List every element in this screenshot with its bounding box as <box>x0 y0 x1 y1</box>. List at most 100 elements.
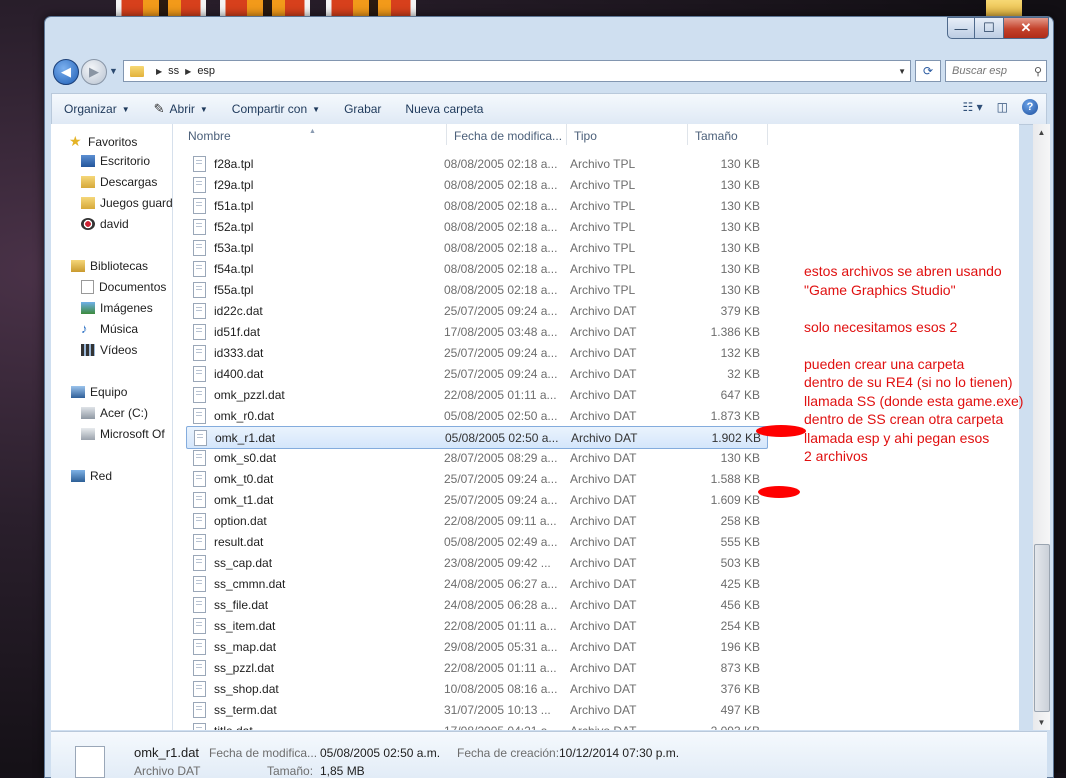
file-name-cell[interactable]: ss_pzzl.dat <box>186 659 438 676</box>
new-folder-button[interactable]: Nueva carpeta <box>393 94 495 124</box>
file-name-cell[interactable]: f53a.tpl <box>186 239 438 256</box>
help-icon[interactable]: ? <box>1022 99 1038 115</box>
nav-videos[interactable]: Vídeos <box>81 343 137 357</box>
table-row[interactable]: f55a.tpl 08/08/2005 02:18 a... Archivo TPL… <box>186 279 766 300</box>
file-name-cell[interactable]: ss_item.dat <box>186 617 438 634</box>
file-name-cell[interactable]: f28a.tpl <box>186 155 438 172</box>
view-options-icon[interactable]: ☷ ▾ <box>963 100 983 114</box>
table-row[interactable]: omk_r0.dat 05/08/2005 02:50 a... Archivo D… <box>186 405 766 426</box>
file-name-cell[interactable]: f29a.tpl <box>186 176 438 193</box>
file-name-cell[interactable]: ss_cmmn.dat <box>186 575 438 592</box>
preview-pane-icon[interactable]: ◫ <box>997 100 1008 114</box>
close-button[interactable]: ✕ <box>1004 17 1049 39</box>
column-type[interactable]: Tipo <box>567 124 688 145</box>
table-row[interactable]: omk_pzzl.dat 22/08/2005 01:11 a... Archivo… <box>186 384 766 405</box>
nav-office[interactable]: Microsoft Of <box>81 427 165 441</box>
file-name-cell[interactable]: id333.dat <box>186 344 438 361</box>
file-name-cell[interactable]: result.dat <box>186 533 438 550</box>
table-row[interactable]: omk_s0.dat 28/07/2005 08:29 a... Archivo D… <box>186 447 766 468</box>
table-row[interactable]: option.dat 22/08/2005 09:11 a... Archivo D… <box>186 510 766 531</box>
history-dropdown-icon[interactable]: ▼ <box>109 66 118 76</box>
search-icon[interactable]: ⚲ <box>1034 65 1042 78</box>
table-row[interactable]: ss_item.dat 22/08/2005 01:11 a... Archivo … <box>186 615 766 636</box>
file-name-cell[interactable]: option.dat <box>186 512 438 529</box>
table-row[interactable]: f51a.tpl 08/08/2005 02:18 a... Archivo TPL… <box>186 195 766 216</box>
file-name-cell[interactable]: f55a.tpl <box>186 281 438 298</box>
table-row[interactable]: ss_cmmn.dat 24/08/2005 06:27 a... Archivo … <box>186 573 766 594</box>
table-row[interactable]: ss_pzzl.dat 22/08/2005 01:11 a... Archivo … <box>186 657 766 678</box>
table-row[interactable]: result.dat 05/08/2005 02:49 a... Archivo D… <box>186 531 766 552</box>
nav-games[interactable]: Juegos guard <box>81 196 173 210</box>
file-name-cell[interactable]: id51f.dat <box>186 323 438 340</box>
maximize-button[interactable]: ☐ <box>975 17 1004 39</box>
file-name-cell[interactable]: f54a.tpl <box>186 260 438 277</box>
nav-drive-c[interactable]: Acer (C:) <box>81 406 148 420</box>
table-row[interactable]: id400.dat 25/07/2005 09:24 a... Archivo DA… <box>186 363 766 384</box>
table-row[interactable]: f28a.tpl 08/08/2005 02:18 a... Archivo TPL… <box>186 153 766 174</box>
minimize-button[interactable]: — <box>947 17 975 39</box>
table-row[interactable]: f53a.tpl 08/08/2005 02:18 a... Archivo TPL… <box>186 237 766 258</box>
file-name-cell[interactable]: omk_r0.dat <box>186 407 438 424</box>
file-name-cell[interactable]: f52a.tpl <box>186 218 438 235</box>
breadcrumb-separator-icon[interactable]: ▶ <box>156 67 162 76</box>
table-row[interactable]: ss_file.dat 24/08/2005 06:28 a... Archivo … <box>186 594 766 615</box>
file-name-cell[interactable]: omk_s0.dat <box>186 449 438 466</box>
nav-network[interactable]: Red <box>71 469 112 483</box>
file-name-cell[interactable]: ss_term.dat <box>186 701 438 718</box>
table-row[interactable]: f29a.tpl 08/08/2005 02:18 a... Archivo TPL… <box>186 174 766 195</box>
column-size[interactable]: Tamaño <box>688 124 768 145</box>
file-name-cell[interactable]: ss_shop.dat <box>186 680 438 697</box>
table-row[interactable]: omk_r1.dat 05/08/2005 02:50 a... Archivo D… <box>186 426 768 449</box>
column-name[interactable]: Nombre ▲ <box>181 124 447 145</box>
search-input[interactable] <box>946 64 1034 78</box>
scrollbar-thumb[interactable] <box>1034 544 1050 712</box>
address-dropdown-icon[interactable]: ▼ <box>898 67 906 76</box>
nav-favorites[interactable]: ★ Favoritos <box>69 133 137 150</box>
breadcrumb-separator-icon[interactable]: ▶ <box>185 67 191 76</box>
share-button[interactable]: Compartir con ▼ <box>220 94 332 124</box>
table-row[interactable]: ss_term.dat 31/07/2005 10:13 ... Archivo D… <box>186 699 766 720</box>
table-row[interactable]: ss_map.dat 29/08/2005 05:31 a... Archivo D… <box>186 636 766 657</box>
table-row[interactable]: omk_t1.dat 25/07/2005 09:24 a... Archivo D… <box>186 489 766 510</box>
nav-downloads[interactable]: Descargas <box>81 175 157 189</box>
file-name-cell[interactable]: omk_t0.dat <box>186 470 438 487</box>
burn-button[interactable]: Grabar <box>332 94 393 124</box>
file-name-cell[interactable]: ss_file.dat <box>186 596 438 613</box>
nav-user[interactable]: david <box>81 217 129 231</box>
table-row[interactable]: ss_shop.dat 10/08/2005 08:16 a... Archivo … <box>186 678 766 699</box>
breadcrumb-esp[interactable]: esp <box>197 65 215 77</box>
file-name-cell[interactable]: f51a.tpl <box>186 197 438 214</box>
column-date[interactable]: Fecha de modifica... <box>447 124 567 145</box>
table-row[interactable]: ss_cap.dat 23/08/2005 09:42 ... Archivo DA… <box>186 552 766 573</box>
refresh-button[interactable]: ⟳ <box>915 60 941 82</box>
nav-music[interactable]: ♪ Música <box>81 322 138 336</box>
file-name-cell[interactable]: ss_map.dat <box>186 638 438 655</box>
search-box[interactable]: ⚲ <box>945 60 1047 82</box>
back-button[interactable]: ◀ <box>53 59 79 85</box>
file-name-cell[interactable]: id400.dat <box>186 365 438 382</box>
nav-libraries[interactable]: Bibliotecas <box>71 259 148 273</box>
address-bar[interactable]: ▶ ss ▶ esp ▼ <box>123 60 911 82</box>
table-row[interactable]: f54a.tpl 08/08/2005 02:18 a... Archivo TPL… <box>186 258 766 279</box>
table-row[interactable]: id22c.dat 25/07/2005 09:24 a... Archivo DA… <box>186 300 766 321</box>
file-name-cell[interactable]: omk_r1.dat <box>187 429 439 446</box>
organize-button[interactable]: Organizar ▼ <box>52 94 142 124</box>
open-button[interactable]: ✎ Abrir ▼ <box>142 94 220 124</box>
table-row[interactable]: title.dat 17/08/2005 04:21 a...Archivo DA… <box>186 720 766 730</box>
nav-images[interactable]: Imágenes <box>81 301 153 315</box>
table-row[interactable]: omk_t0.dat 25/07/2005 09:24 a... Archivo D… <box>186 468 766 489</box>
scroll-down-icon[interactable]: ▼ <box>1033 714 1050 730</box>
table-row[interactable]: id333.dat 25/07/2005 09:24 a... Archivo DA… <box>186 342 766 363</box>
file-name-cell[interactable]: omk_pzzl.dat <box>186 386 438 403</box>
file-name-cell[interactable]: title.dat <box>186 722 438 730</box>
table-row[interactable]: id51f.dat 17/08/2005 03:48 a... Archivo DA… <box>186 321 766 342</box>
breadcrumb-ss[interactable]: ss <box>168 65 179 77</box>
file-name-cell[interactable]: id22c.dat <box>186 302 438 319</box>
nav-desktop[interactable]: Escritorio <box>81 154 150 168</box>
file-name-cell[interactable]: ss_cap.dat <box>186 554 438 571</box>
nav-computer[interactable]: Equipo <box>71 385 127 399</box>
table-row[interactable]: f52a.tpl 08/08/2005 02:18 a... Archivo TPL… <box>186 216 766 237</box>
file-name-cell[interactable]: omk_t1.dat <box>186 491 438 508</box>
scroll-up-icon[interactable]: ▲ <box>1033 124 1050 140</box>
nav-documents[interactable]: Documentos <box>81 280 166 294</box>
